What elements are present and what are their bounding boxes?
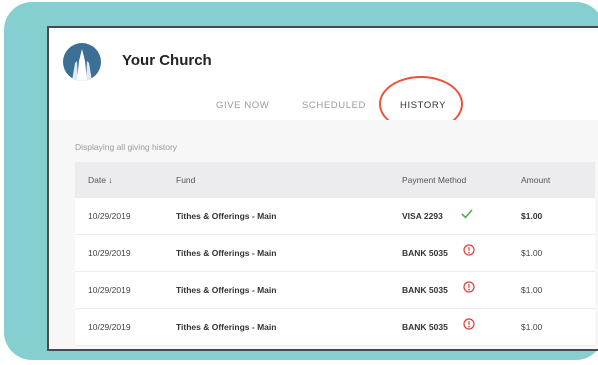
cell-fund: Tithes & Offerings - Main xyxy=(176,285,277,295)
cell-payment-method: VISA 2293 xyxy=(402,211,443,221)
alert-circle-icon[interactable] xyxy=(462,280,476,294)
church-logo-icon xyxy=(63,43,101,81)
cell-amount: $1.00 xyxy=(521,211,543,221)
cell-amount: $1.00 xyxy=(521,248,543,258)
cell-date: 10/29/2019 xyxy=(88,322,131,332)
table-row[interactable]: 10/29/2019 Tithes & Offerings - Main VIS… xyxy=(75,198,595,235)
check-icon xyxy=(460,207,474,221)
alert-circle-icon[interactable] xyxy=(462,243,476,257)
column-header-date[interactable]: Date ↓ xyxy=(88,175,113,185)
cell-amount: $1.00 xyxy=(521,285,543,295)
column-header-amount: Amount xyxy=(521,175,551,185)
tab-bar: GIVE NOW SCHEDULED HISTORY xyxy=(49,88,598,121)
table-row[interactable]: 10/29/2019 Tithes & Offerings - Main BAN… xyxy=(75,272,595,309)
history-status-text: Displaying all giving history xyxy=(75,142,178,152)
cell-payment-method: BANK 5035 xyxy=(402,248,448,258)
table-row[interactable]: 10/29/2019 Tithes & Offerings - Main BAN… xyxy=(75,309,595,346)
cell-fund: Tithes & Offerings - Main xyxy=(176,211,277,221)
giving-history-table: Date ↓ Fund Payment Method Amount 10/29/… xyxy=(75,162,595,346)
column-header-payment-method: Payment Method xyxy=(402,175,467,185)
table-header: Date ↓ Fund Payment Method Amount xyxy=(75,162,595,198)
tab-scheduled[interactable]: SCHEDULED xyxy=(302,100,366,111)
cell-amount: $1.00 xyxy=(521,322,543,332)
tab-give-now[interactable]: GIVE NOW xyxy=(216,100,269,111)
app-window: Your Church GIVE NOW SCHEDULED HISTORY D… xyxy=(47,26,598,351)
app-title: Your Church xyxy=(122,52,212,69)
cell-fund: Tithes & Offerings - Main xyxy=(176,322,277,332)
column-header-fund: Fund xyxy=(176,175,196,185)
cell-date: 10/29/2019 xyxy=(88,285,131,295)
cell-date: 10/29/2019 xyxy=(88,248,131,258)
cell-payment-method: BANK 5035 xyxy=(402,322,448,332)
alert-circle-icon[interactable] xyxy=(462,317,476,331)
cell-fund: Tithes & Offerings - Main xyxy=(176,248,277,258)
table-row[interactable]: 10/29/2019 Tithes & Offerings - Main BAN… xyxy=(75,235,595,272)
cell-payment-method: BANK 5035 xyxy=(402,285,448,295)
cell-date: 10/29/2019 xyxy=(88,211,131,221)
